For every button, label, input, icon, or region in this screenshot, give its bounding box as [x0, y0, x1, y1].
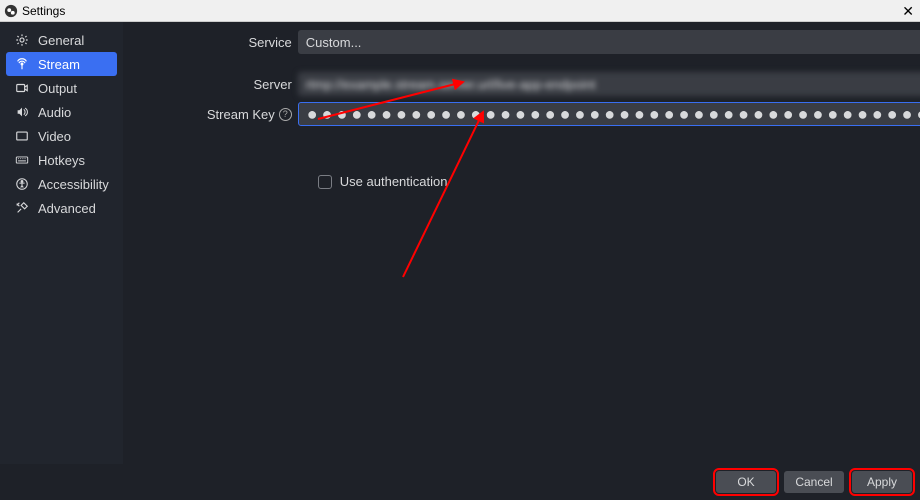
apply-button[interactable]: Apply — [852, 471, 912, 493]
service-value: Custom... — [306, 35, 362, 50]
main-panel: Service Custom... ▴▾ Server rtmp://examp… — [123, 22, 920, 464]
sidebar-item-advanced[interactable]: Advanced — [6, 196, 117, 220]
gear-icon — [14, 32, 30, 48]
output-icon — [14, 80, 30, 96]
service-dropdown[interactable]: Custom... ▴▾ — [298, 30, 920, 54]
stream-key-input[interactable]: ●●●●●●●●●●●●●●●●●●●●●●●●●●●●●●●●●●●●●●●●… — [298, 102, 920, 126]
keyboard-icon — [14, 152, 30, 168]
sidebar-label: Hotkeys — [38, 153, 85, 168]
annotation-arrow — [398, 102, 493, 282]
app-icon — [4, 4, 18, 18]
sidebar-label: Video — [38, 129, 71, 144]
sidebar-item-output[interactable]: Output — [6, 76, 117, 100]
stream-key-value: ●●●●●●●●●●●●●●●●●●●●●●●●●●●●●●●●●●●●●●●●… — [307, 104, 920, 125]
sidebar-item-video[interactable]: Video — [6, 124, 117, 148]
close-icon[interactable]: ✕ — [902, 4, 914, 18]
sidebar: General Stream Output Audio Video Hotkey… — [0, 22, 123, 464]
service-label: Service — [123, 35, 298, 50]
stream-key-label: Stream Key — [207, 107, 275, 122]
sidebar-item-stream[interactable]: Stream — [6, 52, 117, 76]
server-input[interactable]: rtmp://example.stream.server.url/live-ap… — [298, 72, 920, 96]
sidebar-label: Output — [38, 81, 77, 96]
server-label: Server — [123, 77, 298, 92]
antenna-icon — [14, 56, 30, 72]
ok-button[interactable]: OK — [716, 471, 776, 493]
window-title: Settings — [22, 4, 65, 18]
sidebar-item-general[interactable]: General — [6, 28, 117, 52]
sidebar-item-audio[interactable]: Audio — [6, 100, 117, 124]
use-auth-label: Use authentication — [340, 174, 448, 189]
sidebar-label: General — [38, 33, 84, 48]
accessibility-icon — [14, 176, 30, 192]
sidebar-label: Accessibility — [38, 177, 109, 192]
sidebar-item-hotkeys[interactable]: Hotkeys — [6, 148, 117, 172]
tools-icon — [14, 200, 30, 216]
video-icon — [14, 128, 30, 144]
help-icon[interactable]: ? — [279, 108, 292, 121]
sidebar-label: Advanced — [38, 201, 96, 216]
titlebar: Settings ✕ — [0, 0, 920, 22]
sidebar-label: Audio — [38, 105, 71, 120]
use-auth-checkbox[interactable] — [318, 175, 332, 189]
audio-icon — [14, 104, 30, 120]
sidebar-item-accessibility[interactable]: Accessibility — [6, 172, 117, 196]
settings-window: Settings ✕ General Stream Output Audio — [0, 0, 920, 500]
server-value: rtmp://example.stream.server.url/live-ap… — [306, 77, 596, 92]
footer: OK Cancel Apply — [0, 464, 920, 500]
sidebar-label: Stream — [38, 57, 80, 72]
cancel-button[interactable]: Cancel — [784, 471, 844, 493]
